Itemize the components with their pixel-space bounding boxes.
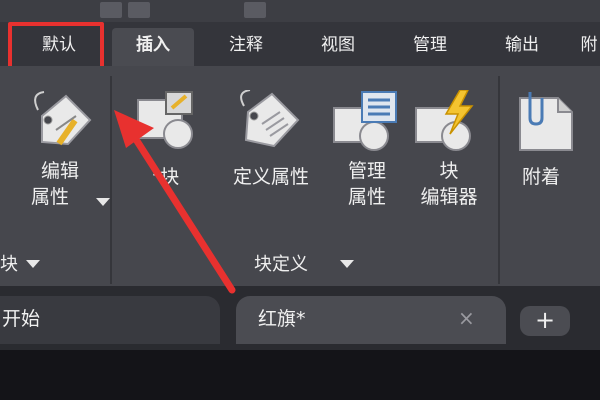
annotation-arrow <box>114 110 236 294</box>
autocad-window: 默认 插入 注释 视图 管理 输出 附 编辑 属性 ⁴块 定义属性 管理 属性 … <box>0 0 600 400</box>
